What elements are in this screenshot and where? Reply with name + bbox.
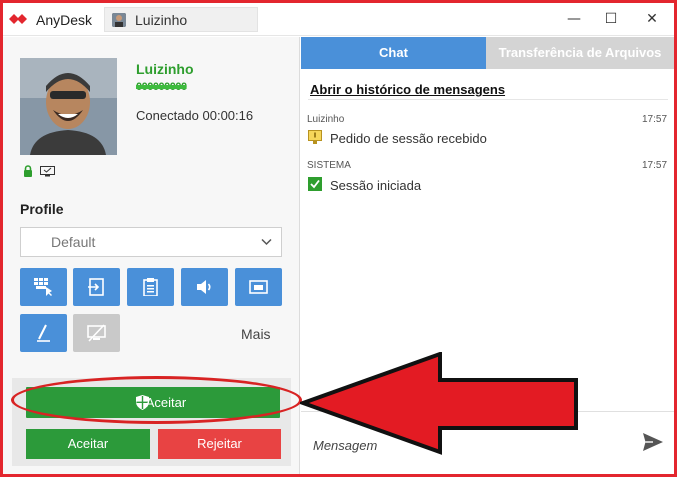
- highlight-arrow: [300, 352, 578, 455]
- check-icon: [308, 177, 322, 191]
- audio-icon: [197, 280, 211, 294]
- accept-button[interactable]: Aceitar: [26, 429, 150, 459]
- message-text: Sessão iniciada: [330, 178, 422, 193]
- screen-button[interactable]: [235, 268, 282, 306]
- tab-avatar: [112, 13, 126, 27]
- block-input-icon: [87, 324, 106, 342]
- divider: [308, 99, 668, 100]
- session-request-icon: [308, 130, 322, 144]
- message-text: Pedido de sessão recebido: [330, 131, 487, 146]
- connection-status: Conectado 00:00:16: [136, 108, 254, 123]
- profile-heading: Profile: [20, 201, 64, 217]
- draw-button[interactable]: [20, 314, 67, 352]
- tab-chat[interactable]: Chat: [301, 37, 486, 69]
- maximize-button[interactable]: ☐: [596, 8, 626, 30]
- close-button[interactable]: ✕: [637, 8, 667, 30]
- anydesk-logo-icon: [9, 14, 27, 24]
- message-history-link[interactable]: Abrir o histórico de mensagens: [310, 82, 505, 97]
- session-tab[interactable]: Luizinho: [104, 7, 258, 32]
- client-name: Luizinho: [136, 61, 194, 77]
- lock-icon: [24, 165, 32, 177]
- profile-selected-value: Default: [51, 234, 96, 250]
- client-avatar: [20, 58, 117, 155]
- switch-side-icon: [88, 278, 104, 296]
- clipboard-icon: [143, 278, 158, 296]
- title-bar: AnyDesk Luizinho — ☐ ✕: [3, 3, 674, 36]
- audio-button[interactable]: [181, 268, 228, 306]
- client-id-redacted: 000000000: [136, 81, 187, 93]
- profile-select[interactable]: Default: [20, 227, 282, 257]
- message-time: 17:57: [642, 160, 668, 171]
- more-button[interactable]: Mais: [241, 326, 271, 342]
- message-sender: SISTEMA: [307, 160, 351, 171]
- monitor-icon: [40, 166, 55, 177]
- clipboard-button[interactable]: [127, 268, 174, 306]
- keyboard-icon: [34, 278, 52, 296]
- highlight-ellipse: [11, 376, 302, 424]
- message-time: 17:57: [642, 114, 668, 125]
- chevron-down-icon: [261, 238, 272, 246]
- reject-button[interactable]: Rejeitar: [158, 429, 281, 459]
- app-name: AnyDesk: [36, 12, 93, 28]
- tab-file-transfer[interactable]: Transferência de Arquivos: [486, 37, 674, 69]
- minimize-button[interactable]: —: [559, 8, 589, 30]
- draw-icon: [37, 324, 50, 342]
- send-icon[interactable]: [643, 433, 663, 451]
- screen-icon: [249, 280, 268, 294]
- session-tab-label: Luizinho: [135, 12, 188, 28]
- message-sender: Luizinho: [307, 114, 345, 125]
- keyboard-button[interactable]: [20, 268, 67, 306]
- switch-side-button[interactable]: [73, 268, 120, 306]
- block-input-button: [73, 314, 120, 352]
